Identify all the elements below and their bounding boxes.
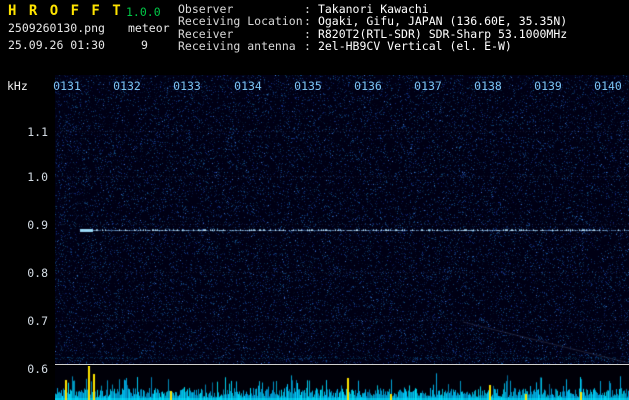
meteor-count: 9 — [141, 38, 148, 52]
y-tick-0p8: 0.8 — [18, 266, 48, 280]
y-tick-0p7: 0.7 — [18, 314, 48, 328]
y-tick-0p6: 0.6 — [18, 362, 48, 376]
app-version: 1.0.0 — [126, 5, 161, 19]
x-tick-0139: 0139 — [528, 79, 568, 93]
separator-line — [55, 364, 629, 365]
mode-label: meteor — [128, 21, 170, 35]
y-tick-0p9: 0.9 — [18, 218, 48, 232]
x-tick-0134: 0134 — [228, 79, 268, 93]
x-tick-0131: 0131 — [47, 79, 87, 93]
info-colon: : — [304, 39, 311, 53]
x-tick-0136: 0136 — [348, 79, 388, 93]
info-row-antenna: Receiving antenna:2el-HB9CV Vertical (el… — [178, 40, 567, 52]
signal-level-strip-canvas — [55, 366, 629, 400]
x-tick-0137: 0137 — [408, 79, 448, 93]
info-value-antenna: 2el-HB9CV Vertical (el. E-W) — [318, 39, 512, 53]
x-tick-0135: 0135 — [288, 79, 328, 93]
y-tick-1p1: 1.1 — [18, 125, 48, 139]
hrofft-output: H R O F F T 1.0.0 2509260130.png meteor … — [0, 0, 629, 400]
info-label-antenna: Receiving antenna — [178, 40, 304, 52]
spectrogram-canvas — [55, 75, 629, 364]
x-tick-0140: 0140 — [588, 79, 628, 93]
app-title: H R O F F T — [8, 3, 123, 19]
x-tick-0138: 0138 — [468, 79, 508, 93]
station-info: Observer: Takanori Kawachi Receiving Loca… — [178, 3, 567, 53]
y-tick-1p0: 1.0 — [18, 170, 48, 184]
observation-timestamp: 25.09.26 01:30 — [8, 38, 105, 52]
output-filename: 2509260130.png — [8, 21, 105, 35]
y-axis-unit-label: kHz — [7, 79, 28, 93]
info-label-location: Receiving Location — [178, 15, 304, 27]
x-tick-0132: 0132 — [107, 79, 147, 93]
x-tick-0133: 0133 — [167, 79, 207, 93]
